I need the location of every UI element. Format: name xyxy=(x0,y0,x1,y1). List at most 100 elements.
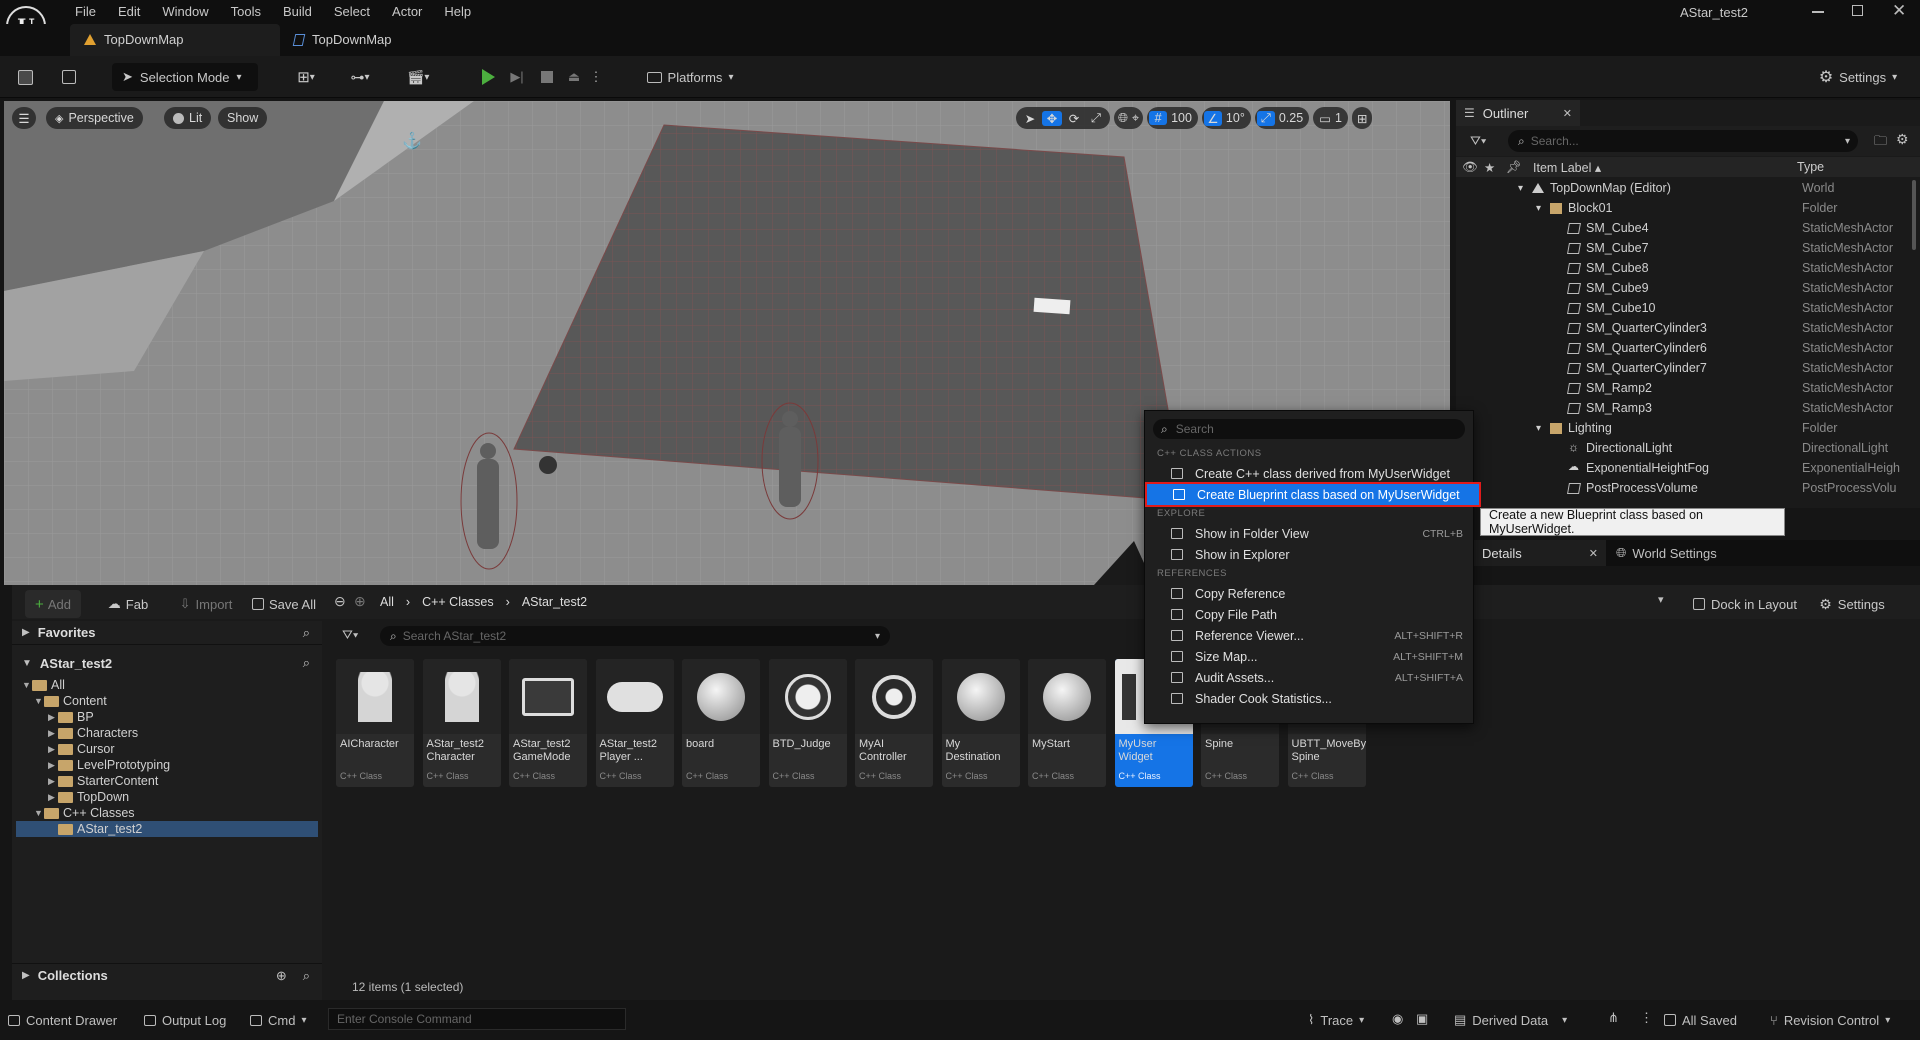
show-in-folder-view-item[interactable]: Show in Folder View CTRL+B xyxy=(1145,523,1473,544)
asset-tile[interactable]: AStar_test2 GameMode C++ Class xyxy=(509,659,587,787)
show-flags-button[interactable]: Show xyxy=(218,107,268,129)
all-saved-button[interactable]: All Saved xyxy=(1664,1008,1737,1032)
grid-snap-toggle[interactable]: #100 xyxy=(1147,107,1198,129)
breadcrumb-all[interactable]: All xyxy=(380,595,394,609)
path-dropdown-icon[interactable]: ▾ xyxy=(1658,593,1664,606)
blueprints-button[interactable]: ⊶ ▾ xyxy=(340,63,380,91)
output-log-button[interactable]: Output Log xyxy=(144,1008,226,1032)
source-control-graph-icon[interactable]: ⋔ xyxy=(1608,1010,1619,1026)
advance-frame-button[interactable]: ▶| xyxy=(506,63,528,91)
viewport-options-button[interactable]: ☰ xyxy=(12,107,36,129)
visibility-eye-icon[interactable]: 👁︎ xyxy=(1462,160,1478,175)
revision-control-button[interactable]: ⑂ Revision Control ▾ xyxy=(1770,1008,1890,1032)
cmd-dropdown[interactable]: Cmd ▾ xyxy=(250,1008,306,1032)
filter-icon[interactable]: ⛛▾ xyxy=(1470,133,1486,149)
cinematics-button[interactable]: 🎬︎ ▾ xyxy=(398,63,438,91)
chevron-right-icon[interactable]: ▶ xyxy=(48,744,58,755)
outliner-row[interactable]: ☼ DirectionalLight DirectionalLight xyxy=(1456,438,1911,458)
chevron-right-icon[interactable]: ▶ xyxy=(48,760,58,771)
folder-tree-item[interactable]: ▶ StarterContent xyxy=(16,773,318,789)
outliner-row[interactable]: SM_Cube9 StaticMeshActor xyxy=(1456,278,1911,298)
folder-tree-item[interactable]: ▶ BP xyxy=(16,709,318,725)
dock-in-layout-button[interactable]: Dock in Layout xyxy=(1688,590,1802,618)
outliner-settings-icon[interactable]: ⚙ xyxy=(1896,131,1909,148)
import-button[interactable]: ⇩ Import xyxy=(174,590,238,618)
pin-icon[interactable]: 📌︎ xyxy=(1506,160,1522,175)
select-icon[interactable]: ➤ xyxy=(1020,111,1040,126)
content-browser-button[interactable] xyxy=(54,63,84,91)
outliner-row[interactable]: PostProcessVolume PostProcessVolu xyxy=(1456,478,1911,498)
asset-tile[interactable]: AStar_test2 Player ... C++ Class xyxy=(595,659,674,787)
rotate-icon[interactable]: ⟳ xyxy=(1064,111,1084,126)
add-collection-icon[interactable]: ⊕ xyxy=(276,968,287,984)
close-window-icon[interactable]: ✕ xyxy=(1892,1,1906,21)
folder-tree-item[interactable]: AStar_test2 xyxy=(16,821,318,837)
pilot-actor-icon[interactable]: ⚓ xyxy=(402,131,422,151)
menu-build[interactable]: Build xyxy=(272,0,323,24)
folder-tree-item[interactable]: ▶ Characters xyxy=(16,725,318,741)
outliner-search-input[interactable]: ⌕ Search... ▾ xyxy=(1508,130,1858,152)
scale-snap-toggle[interactable]: ⤢ 0.25 xyxy=(1254,107,1310,129)
menu-select[interactable]: Select xyxy=(323,0,381,24)
tab-details[interactable]: Details ✕ xyxy=(1456,540,1606,566)
outliner-row[interactable]: SM_Cube7 StaticMeshActor xyxy=(1456,238,1911,258)
screenshot-icon[interactable]: ▣ xyxy=(1416,1011,1428,1027)
outliner-row[interactable]: SM_Cube8 StaticMeshActor xyxy=(1456,258,1911,278)
camera-speed-button[interactable]: ▭ 1 xyxy=(1313,107,1348,129)
asset-tile[interactable]: MyAI Controller C++ Class xyxy=(855,659,933,787)
play-options-button[interactable]: ⋮ xyxy=(590,63,603,91)
perspective-button[interactable]: ◈ Perspective xyxy=(46,107,143,129)
search-icon[interactable]: ⌕ xyxy=(303,655,310,671)
outliner-row[interactable]: SM_Cube4 StaticMeshActor xyxy=(1456,218,1911,238)
minimize-icon[interactable] xyxy=(1812,11,1824,13)
forward-icon[interactable]: ⊕ xyxy=(354,593,366,610)
asset-search-input[interactable]: ⌕ Search AStar_test2 ▾ xyxy=(380,626,890,646)
context-search-input[interactable]: ⌕ Search xyxy=(1153,419,1465,439)
menu-actor[interactable]: Actor xyxy=(381,0,433,24)
close-tab-icon[interactable]: ✕ xyxy=(1563,107,1572,120)
expand-arrow-icon[interactable]: ▾ xyxy=(1536,203,1541,214)
surface-snap-icon[interactable]: ⌖ xyxy=(1132,111,1139,126)
copy-file-path-item[interactable]: Copy File Path xyxy=(1145,604,1473,625)
outliner-row[interactable]: ▾ TopDownMap (Editor) World xyxy=(1456,178,1911,198)
size-map-item[interactable]: Size Map... ALT+SHIFT+M xyxy=(1145,646,1473,667)
outliner-row[interactable]: SM_Ramp3 StaticMeshActor xyxy=(1456,398,1911,418)
back-icon[interactable]: ⊖ xyxy=(334,593,346,610)
outliner-row[interactable]: SM_Ramp2 StaticMeshActor xyxy=(1456,378,1911,398)
record-icon[interactable]: ◉ xyxy=(1392,1011,1403,1027)
translate-icon[interactable]: ✥ xyxy=(1042,110,1062,126)
folder-tree-item[interactable]: ▶ TopDown xyxy=(16,789,318,805)
asset-tile[interactable]: AICharacter C++ Class xyxy=(336,659,414,787)
tab-world-settings[interactable]: 🌐︎ World Settings xyxy=(1616,540,1717,566)
create-cpp-class-item[interactable]: Create C++ class derived from MyUserWidg… xyxy=(1145,463,1473,484)
favorites-section[interactable]: ▶ Favorites ⌕ xyxy=(12,621,322,645)
menu-edit[interactable]: Edit xyxy=(107,0,151,24)
reference-viewer-item[interactable]: Reference Viewer... ALT+SHIFT+R xyxy=(1145,625,1473,646)
outliner-row[interactable]: SM_QuarterCylinder7 StaticMeshActor xyxy=(1456,358,1911,378)
chevron-down-icon[interactable]: ▼ xyxy=(34,808,44,818)
copy-reference-item[interactable]: Copy Reference xyxy=(1145,583,1473,604)
asset-tile[interactable]: AStar_test2 Character C++ Class xyxy=(422,659,501,787)
menu-help[interactable]: Help xyxy=(433,0,482,24)
column-item-label[interactable]: Item Label ▴ xyxy=(1533,160,1601,175)
column-type[interactable]: Type xyxy=(1797,160,1824,174)
restore-icon[interactable] xyxy=(1852,5,1863,16)
stop-button[interactable] xyxy=(536,63,558,91)
trace-dropdown[interactable]: ⌇ Trace ▾ xyxy=(1308,1008,1364,1032)
breadcrumb-astar[interactable]: AStar_test2 xyxy=(522,595,587,609)
search-icon[interactable]: ⌕ xyxy=(303,625,310,641)
console-input[interactable]: Enter Console Command xyxy=(328,1008,626,1030)
eject-button[interactable]: ⏏ xyxy=(563,63,585,91)
tab-topdownmap-level[interactable]: TopDownMap xyxy=(70,24,280,56)
menu-file[interactable]: File xyxy=(64,0,107,24)
outliner-scrollbar[interactable] xyxy=(1912,180,1916,250)
save-all-button[interactable]: Save All xyxy=(248,590,320,618)
outliner-tab[interactable]: ☰ Outliner ✕ xyxy=(1456,100,1580,126)
more-vertical-icon[interactable]: ⋮ xyxy=(1640,1010,1653,1026)
derived-data-dropdown[interactable]: ▤ Derived Data ▾ xyxy=(1454,1008,1567,1032)
show-in-explorer-item[interactable]: Show in Explorer xyxy=(1145,544,1473,565)
add-button[interactable]: + Add xyxy=(25,590,81,618)
chevron-right-icon[interactable]: ▶ xyxy=(48,728,58,739)
audit-assets-item[interactable]: Audit Assets... ALT+SHIFT+A xyxy=(1145,667,1473,688)
shader-cook-statistics-item[interactable]: Shader Cook Statistics... xyxy=(1145,688,1473,709)
